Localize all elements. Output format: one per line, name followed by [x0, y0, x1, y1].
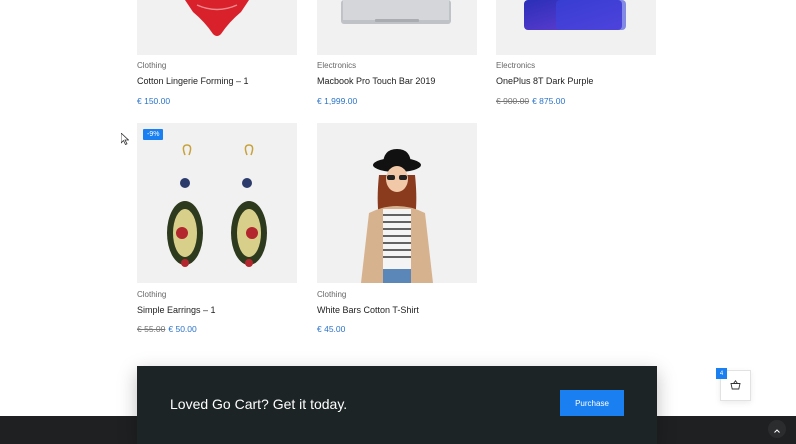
product-price: € 1,999.00	[317, 96, 357, 106]
product-price: € 45.00	[317, 324, 345, 334]
price-current: € 875.00	[532, 96, 566, 106]
chevron-up-icon	[774, 420, 780, 438]
product-price: € 900.00 € 875.00	[496, 96, 565, 106]
product-price: € 150.00	[137, 96, 170, 106]
purchase-button[interactable]: Purchase	[560, 390, 624, 416]
mouse-cursor-icon	[120, 132, 130, 150]
scroll-top-button[interactable]	[768, 420, 786, 438]
product-category[interactable]: Electronics	[496, 61, 535, 70]
product-name[interactable]: Macbook Pro Touch Bar 2019	[317, 76, 435, 86]
product-category[interactable]: Clothing	[137, 290, 166, 299]
basket-icon	[730, 377, 741, 395]
product-category[interactable]: Clothing	[317, 290, 346, 299]
price-old: € 55.00	[137, 324, 166, 334]
price-current: € 150.00	[137, 96, 171, 106]
product-category[interactable]: Clothing	[137, 61, 166, 70]
price-old: € 900.00	[496, 96, 530, 106]
banner-text: Loved Go Cart? Get it today.	[170, 396, 348, 412]
product-name[interactable]: Simple Earrings – 1	[137, 305, 216, 315]
product-name[interactable]: White Bars Cotton T-Shirt	[317, 305, 419, 315]
product-category[interactable]: Electronics	[317, 61, 356, 70]
sale-badge: -9%	[143, 129, 164, 140]
product-image[interactable]	[317, 123, 477, 283]
product-image[interactable]	[496, 0, 656, 55]
price-current: € 1,999.00	[317, 96, 358, 106]
product-price: € 55.00 € 50.00	[137, 324, 197, 334]
product-name[interactable]: Cotton Lingerie Forming – 1	[137, 76, 249, 86]
price-current: € 45.00	[317, 324, 346, 334]
product-image[interactable]: -9%	[137, 123, 297, 283]
price-current: € 50.00	[168, 324, 197, 334]
purchase-banner: Loved Go Cart? Get it today. Purchase	[137, 366, 657, 444]
product-image[interactable]	[317, 0, 477, 55]
product-image[interactable]	[137, 0, 297, 55]
product-name[interactable]: OnePlus 8T Dark Purple	[496, 76, 593, 86]
cart-count-badge: 4	[716, 368, 727, 379]
